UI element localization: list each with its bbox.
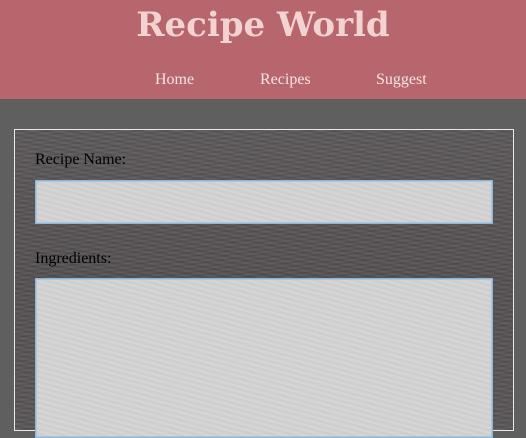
- ingredients-label: Ingredients:: [35, 250, 112, 267]
- nav-recipes-link[interactable]: Recipes: [260, 70, 311, 90]
- recipe-name-label: Recipe Name:: [35, 151, 127, 168]
- recipe-name-input[interactable]: [35, 180, 493, 224]
- site-title: Recipe World: [136, 5, 390, 45]
- recipe-form-panel: Recipe Name: Ingredients:: [14, 129, 514, 438]
- nav-home-link[interactable]: Home: [155, 70, 194, 90]
- nav-suggest-link[interactable]: Suggest: [376, 70, 427, 90]
- site-header: Recipe World Home Recipes Suggest: [0, 0, 526, 99]
- main-nav: Home Recipes Suggest: [0, 70, 526, 90]
- ingredients-textarea[interactable]: [35, 278, 493, 438]
